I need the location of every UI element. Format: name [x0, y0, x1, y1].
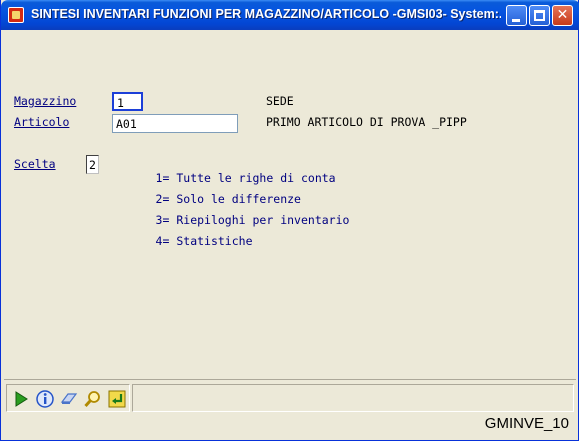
- close-button[interactable]: ✕: [552, 5, 573, 26]
- scelta-value: 2: [89, 158, 96, 172]
- option-item: 4= Statistiche: [114, 220, 253, 262]
- maximize-icon: [534, 10, 545, 21]
- toolbar: [6, 384, 130, 412]
- articolo-input[interactable]: A01: [112, 114, 238, 133]
- articolo-description: PRIMO ARTICOLO DI PROVA _PIPP: [266, 115, 467, 129]
- search-icon: [84, 391, 100, 408]
- maximize-button[interactable]: [529, 5, 550, 26]
- magazzino-label: Magazzino: [14, 94, 77, 108]
- exit-button[interactable]: [107, 389, 127, 409]
- app-icon[interactable]: [8, 7, 24, 23]
- magazzino-value: 1: [117, 96, 124, 110]
- option-text: Statistiche: [176, 234, 253, 248]
- info-icon: [36, 390, 54, 408]
- articolo-label: Articolo: [14, 115, 70, 129]
- exit-icon: [108, 390, 126, 408]
- window-title: SINTESI INVENTARI FUNZIONI PER MAGAZZINO…: [31, 7, 501, 21]
- magazzino-description: SEDE: [266, 94, 294, 108]
- close-icon: ✕: [556, 7, 569, 23]
- status-panel: [132, 384, 574, 412]
- bottom-bar: [4, 379, 576, 415]
- form-area: Magazzino 1 SEDE Articolo A01 PRIMO ARTI…: [4, 30, 576, 408]
- main-window: SINTESI INVENTARI FUNZIONI PER MAGAZZINO…: [0, 0, 579, 441]
- screen-code: GMINVE_10: [484, 415, 569, 432]
- eraser-icon: [60, 393, 78, 404]
- search-button[interactable]: [83, 389, 103, 409]
- minimize-button[interactable]: [506, 5, 527, 26]
- run-icon: [15, 391, 28, 407]
- articolo-value: A01: [116, 117, 137, 131]
- scelta-input[interactable]: 2: [86, 155, 99, 174]
- magazzino-input[interactable]: 1: [112, 92, 143, 111]
- run-button[interactable]: [11, 389, 31, 409]
- title-bar[interactable]: SINTESI INVENTARI FUNZIONI PER MAGAZZINO…: [1, 0, 579, 30]
- eraser-button[interactable]: [59, 389, 79, 409]
- option-key: 4=: [155, 234, 170, 248]
- scelta-label: Scelta: [14, 157, 56, 171]
- minimize-icon: [512, 19, 520, 22]
- info-button[interactable]: [35, 389, 55, 409]
